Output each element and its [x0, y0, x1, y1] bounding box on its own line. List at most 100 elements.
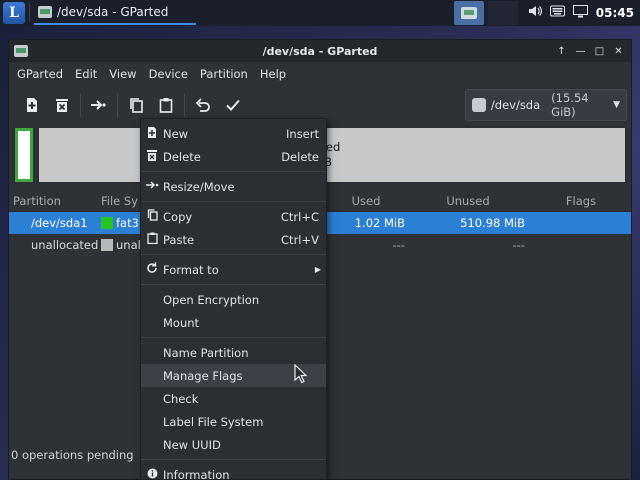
window-title: /dev/sda - GParted	[262, 44, 378, 58]
paste-icon	[141, 232, 163, 247]
device-name: /dev/sda	[490, 98, 541, 112]
delete-icon	[141, 149, 163, 164]
info-icon	[141, 468, 163, 480]
cell-filesystem-label: fat3	[116, 216, 139, 230]
minimize-button[interactable]: —	[572, 43, 589, 59]
refresh-icon	[141, 262, 163, 277]
new-icon	[27, 98, 37, 112]
partition-block-unallocated[interactable]: ocated 4 GiB	[37, 126, 627, 184]
col-unused[interactable]: Unused	[411, 194, 531, 208]
tray-gparted-button[interactable]	[453, 1, 484, 25]
col-filesystem[interactable]: File Sy	[101, 194, 141, 208]
menubar: GParted Edit View Device Partition Help	[9, 62, 631, 86]
menu-item-new[interactable]: New Insert	[141, 122, 326, 145]
keep-above-button[interactable]: ↑	[553, 43, 570, 59]
menu-separator	[141, 201, 326, 202]
partition-block-sda1[interactable]	[13, 126, 35, 184]
clock[interactable]: 05:45	[596, 6, 634, 20]
disk-icon	[472, 98, 486, 112]
menu-device[interactable]: Device	[143, 67, 194, 81]
delete-partition-button[interactable]	[47, 90, 77, 120]
resize-icon	[91, 100, 106, 110]
cell-filesystem: unal	[101, 238, 141, 252]
menu-item-information[interactable]: Information	[141, 463, 326, 480]
menu-item-label-file-system[interactable]: Label File System	[141, 410, 326, 433]
cell-used: ---	[392, 238, 405, 252]
menu-separator	[141, 337, 326, 338]
col-used[interactable]: Used	[327, 194, 411, 208]
checkmark-icon	[226, 99, 240, 111]
tray-workspace[interactable]	[487, 1, 518, 25]
menu-gparted[interactable]: GParted	[11, 67, 69, 81]
fat32-color-swatch	[101, 217, 113, 229]
menu-item-paste[interactable]: Paste Ctrl+V	[141, 228, 326, 251]
menu-separator	[141, 254, 326, 255]
undo-icon	[195, 98, 210, 112]
mouse-cursor-icon	[294, 364, 308, 384]
paste-icon	[159, 98, 173, 113]
cell-unused: ---	[512, 238, 525, 252]
menu-item-format-to[interactable]: Format to ▶	[141, 258, 326, 281]
col-partition[interactable]: Partition	[9, 194, 101, 208]
menu-separator	[141, 284, 326, 285]
taskbar-window-gparted[interactable]: /dev/sda - GParted	[34, 1, 196, 25]
window-titlebar[interactable]: /dev/sda - GParted ↑ — □ ✕	[9, 40, 631, 62]
cell-used: 1.02 MiB	[354, 216, 405, 230]
menu-separator	[141, 171, 326, 172]
menu-item-copy[interactable]: Copy Ctrl+C	[141, 205, 326, 228]
cell-unused: 510.98 MiB	[460, 216, 525, 230]
gparted-icon	[38, 6, 52, 18]
copy-icon	[130, 98, 143, 113]
partition-context-menu: New Insert Delete Delete Resize/Move Cop…	[140, 118, 327, 480]
cell-filesystem: fat3	[101, 216, 141, 230]
maximize-button[interactable]: □	[591, 43, 608, 59]
menu-item-name-partition[interactable]: Name Partition	[141, 341, 326, 364]
volume-icon[interactable]	[528, 4, 542, 22]
delete-icon	[56, 99, 68, 112]
unalloc-block-label: ocated	[301, 140, 625, 155]
toolbar-separator	[184, 93, 185, 117]
device-size: (15.54 GiB)	[551, 91, 589, 119]
toolbar-separator	[80, 93, 81, 117]
close-button[interactable]: ✕	[610, 43, 627, 59]
device-selector[interactable]: /dev/sda (15.54 GiB) ▼	[465, 89, 627, 121]
apply-button[interactable]	[218, 90, 248, 120]
status-bar: 0 operations pending	[11, 448, 134, 462]
paste-button[interactable]	[151, 90, 181, 120]
menu-item-mount[interactable]: Mount	[141, 311, 326, 334]
menu-item-resize-move[interactable]: Resize/Move	[141, 175, 326, 198]
menu-help[interactable]: Help	[254, 67, 292, 81]
partition-block-selection	[18, 131, 30, 179]
resize-icon	[141, 180, 163, 193]
menu-item-delete[interactable]: Delete Delete	[141, 145, 326, 168]
start-menu-button[interactable]: L	[3, 2, 25, 24]
menu-separator	[141, 459, 326, 460]
menu-item-new-uuid[interactable]: New UUID	[141, 433, 326, 456]
taskbar: L /dev/sda - GParted 05:45	[0, 0, 640, 26]
cell-filesystem-label: unal	[116, 238, 141, 252]
menu-partition[interactable]: Partition	[194, 67, 254, 81]
chevron-down-icon: ▼	[613, 100, 620, 110]
unalloc-block-size: 4 GiB	[301, 155, 625, 170]
undo-button[interactable]	[188, 90, 218, 120]
col-flags[interactable]: Flags	[531, 194, 631, 208]
new-icon	[141, 126, 163, 141]
chevron-right-icon: ▶	[314, 265, 321, 274]
unallocated-color-swatch	[101, 239, 113, 251]
resize-move-button[interactable]	[84, 90, 114, 120]
cell-partition: unallocated	[31, 238, 99, 252]
menu-view[interactable]: View	[103, 67, 142, 81]
menu-item-check[interactable]: Check	[141, 387, 326, 410]
toolbar-separator	[117, 93, 118, 117]
menu-edit[interactable]: Edit	[69, 67, 103, 81]
menu-item-open-encryption[interactable]: Open Encryption	[141, 288, 326, 311]
taskbar-window-label: /dev/sda - GParted	[57, 5, 169, 19]
taskbar-separator	[29, 4, 30, 22]
display-icon[interactable]	[572, 4, 588, 22]
keyboard-icon[interactable]	[549, 5, 565, 21]
system-tray: 05:45	[453, 0, 640, 26]
gparted-icon	[460, 7, 477, 19]
new-partition-button[interactable]	[17, 90, 47, 120]
copy-button[interactable]	[121, 90, 151, 120]
cell-partition: /dev/sda1	[31, 216, 88, 230]
